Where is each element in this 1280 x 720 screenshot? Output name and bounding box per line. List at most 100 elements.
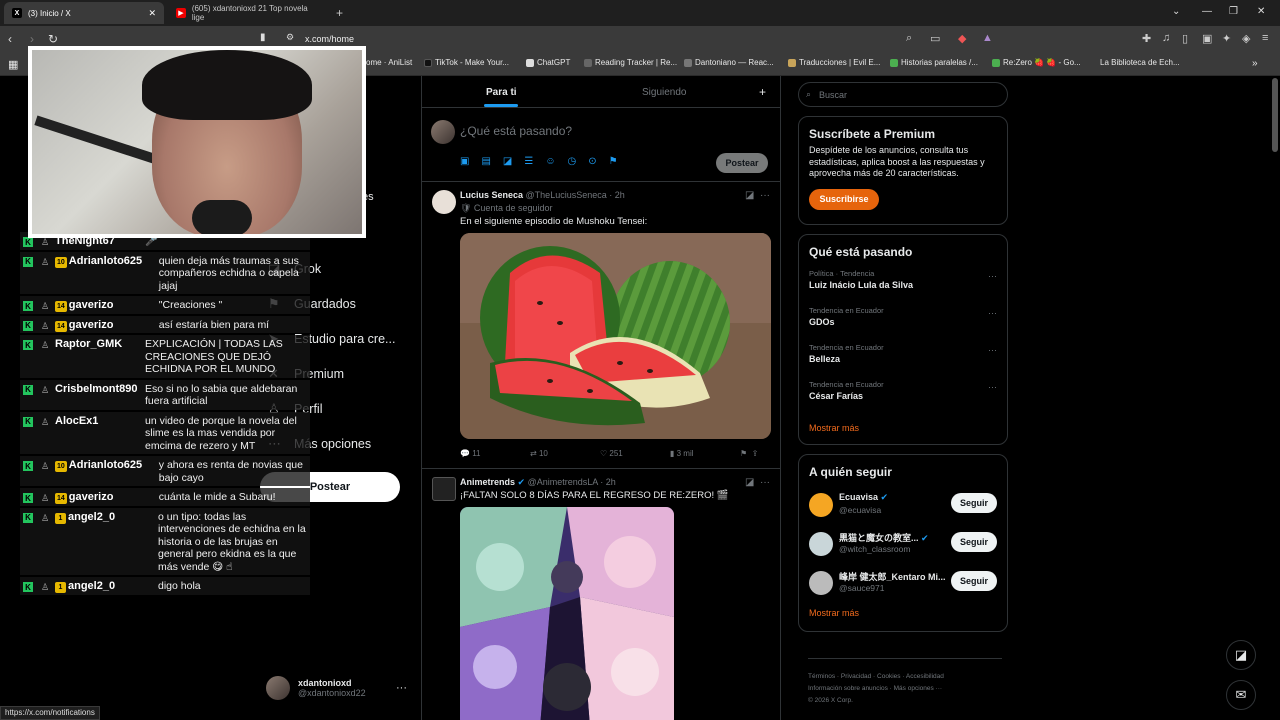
subscribe-button[interactable]: Suscribirse [809,188,879,210]
messages-fab-icon[interactable]: ✉ [1226,680,1256,710]
bookmark-item[interactable]: Reading Tracker | Re... [584,58,677,67]
more-icon[interactable]: ··· [760,190,770,201]
emoji-icon[interactable]: ☺ [545,156,555,167]
footer-link[interactable]: Accesibilidad [906,673,944,680]
tab-following[interactable]: Siguiendo [642,87,686,98]
avatar[interactable] [432,190,456,214]
sidebar-icon[interactable]: ▯ [1182,32,1188,45]
bookmark-item[interactable]: Historias paralelas /... [890,58,978,67]
browser-tab-x[interactable]: X (3) Inicio / X ✕ [4,2,164,24]
cast-icon[interactable]: ▭ [930,32,940,45]
tweet-image[interactable] [460,507,674,720]
retweet-action[interactable]: ⇄ 10 [530,449,600,458]
bookmark-item[interactable]: La Biblioteca de Ech... [1100,58,1180,67]
follow-suggestion[interactable]: 峰岸 健太郎_Kentaro Mi... @sauce971 Seguir [799,567,1007,606]
maximize-icon[interactable]: ❐ [1229,6,1238,17]
tab-for-you[interactable]: Para ti [486,87,517,98]
reload-icon[interactable]: ↻ [48,32,58,46]
follow-button[interactable]: Seguir [951,493,997,513]
user-icon: ♙ [41,340,50,350]
bookmark-item[interactable]: TikTok - Make Your... [424,58,509,67]
composer-input[interactable]: ¿Qué está pasando? [460,124,572,138]
leo-icon[interactable]: ✦ [1222,32,1231,45]
scrollbar[interactable] [1272,78,1278,152]
browser-tab-label: (3) Inicio / X [28,8,71,18]
show-more-follow-link[interactable]: Mostrar más [799,606,1007,630]
composer-post-button[interactable]: Postear [716,153,768,173]
image-icon[interactable]: ▣ [460,156,469,167]
bookmark-item[interactable]: Dantoniano — Reac... [684,58,774,67]
tweet-author[interactable]: Animetrends [460,477,515,487]
brave-shield-icon[interactable]: ◆ [958,32,966,45]
tweet[interactable]: Animetrends ✔ @AnimetrendsLA · 2h ◪ ··· … [422,469,780,720]
more-icon[interactable]: ··· [988,308,997,318]
zoom-search-icon[interactable]: ⌕ [906,32,912,45]
location-icon[interactable]: ⊙ [588,156,596,167]
apps-grid-icon[interactable]: ▦ [8,58,18,71]
tweet[interactable]: Lucius Seneca @TheLuciusSeneca · 2h 🛡 Cu… [422,182,780,469]
extensions-icon[interactable]: ✚ [1142,32,1151,45]
more-icon[interactable]: ··· [396,682,407,694]
menu-icon[interactable]: ≡ [1262,32,1268,44]
flag-icon[interactable]: ⚑ [609,156,618,167]
tweet-author[interactable]: Lucius Seneca [460,190,523,200]
media-icon[interactable]: ♫ [1162,32,1170,44]
close-icon[interactable]: ✕ [148,8,156,19]
tweet-handle[interactable]: @AnimetrendsLA · 2h [528,477,616,487]
search-input[interactable]: ⌕ Buscar [798,82,1008,107]
views-action[interactable]: ▮ 3 mil [670,449,740,458]
grok-icon[interactable]: ◪ [745,477,754,488]
bookmark-page-icon[interactable]: ▮ [260,32,266,43]
more-icon[interactable]: ··· [988,382,997,392]
bookmark-item[interactable]: ChatGPT [526,58,570,67]
site-info-icon[interactable]: ⚙ [286,32,294,43]
follow-button[interactable]: Seguir [951,532,997,552]
grok-fab-icon[interactable]: ◪ [1226,640,1256,670]
more-icon[interactable]: ··· [988,345,997,355]
footer-link[interactable]: Cookies [877,673,900,680]
grok-icon[interactable]: ◪ [745,190,754,201]
tweet-handle[interactable]: @TheLuciusSeneca · 2h [526,190,625,200]
show-more-trends-link[interactable]: Mostrar más [799,415,1007,445]
bookmark-icon[interactable]: ⚑ ⇪ [740,449,758,458]
footer-link[interactable]: Privacidad [841,673,871,680]
rewards-icon[interactable]: ▲ [982,32,993,44]
poll-icon[interactable]: ☰ [524,156,533,167]
footer-link[interactable]: Más opciones ··· [894,685,942,692]
more-bookmarks-icon[interactable]: » [1252,58,1258,69]
follow-button[interactable]: Seguir [951,571,997,591]
more-icon[interactable]: ··· [988,271,997,281]
avatar[interactable] [432,477,456,501]
back-icon[interactable]: ‹ [8,32,12,46]
gif-icon[interactable]: ▤ [481,156,490,167]
follow-suggestion[interactable]: 黒猫と魔女の教室... ✔ @witch_classroom Seguir [799,528,1007,567]
more-icon[interactable]: ··· [760,477,770,488]
trend-item[interactable]: Tendencia en Ecuador Belleza ··· [799,341,1007,378]
schedule-icon[interactable]: ◷ [568,156,577,167]
bookmark-item[interactable]: Re:Zero 🍓 🍓 - Go... [992,58,1081,67]
browser-tab-youtube[interactable]: ▶ (605) xdantonioxd 21 Top novela lige [168,2,328,24]
vpn-icon[interactable]: ◈ [1242,32,1250,45]
tweet-image[interactable] [460,233,771,439]
trend-item[interactable]: Tendencia en Ecuador César Farías ··· [799,378,1007,415]
url-field[interactable]: x.com/home [305,34,354,44]
minimize-icon[interactable]: — [1202,6,1212,17]
tab-search-icon[interactable]: ⌄ [1172,6,1180,17]
wallet-icon[interactable]: ▣ [1202,32,1212,45]
forward-icon[interactable]: › [30,32,34,46]
window-close-icon[interactable]: ✕ [1257,6,1265,17]
account-switcher[interactable]: xdantonioxd @xdantonioxd22 ··· [266,676,407,700]
reply-action[interactable]: 💬 11 [460,449,530,458]
bookmark-item[interactable]: ome · AniList [366,58,412,67]
add-tab-icon[interactable]: + [759,85,766,99]
footer-link[interactable]: Información sobre anuncios [808,685,888,692]
trend-item[interactable]: Política · Tendencia Luiz Inácio Lula da… [799,267,1007,304]
new-tab-icon[interactable]: + [336,6,343,20]
follow-suggestion[interactable]: Ecuavisa ✔ @ecuavisa Seguir [799,489,1007,528]
footer-link[interactable]: Términos [808,673,835,680]
composer: ¿Qué está pasando? ▣ ▤ ◪ ☰ ☺ ◷ ⊙ ⚑ Poste… [422,108,780,182]
like-action[interactable]: ♡ 251 [600,449,670,458]
grok-icon[interactable]: ◪ [503,156,512,167]
trend-item[interactable]: Tendencia en Ecuador GDOs ··· [799,304,1007,341]
bookmark-item[interactable]: Traducciones | Evil E... [788,58,880,67]
